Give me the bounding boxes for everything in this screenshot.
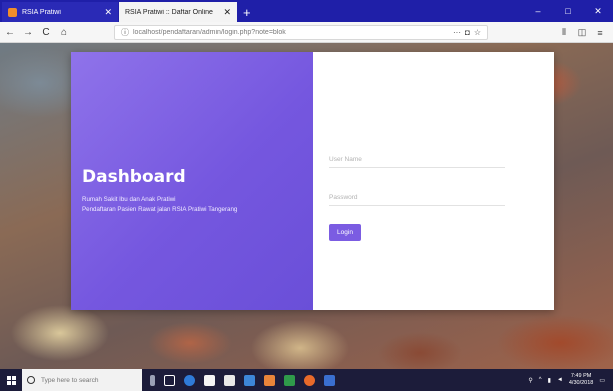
info-icon[interactable]: ⓘ — [121, 27, 129, 38]
menu-icon[interactable]: ≡ — [591, 28, 609, 38]
url-actions: ··· ◘ ☆ — [453, 26, 481, 39]
people-icon[interactable]: ⚲ — [528, 377, 532, 384]
maximize-button[interactable]: □ — [553, 0, 583, 22]
task-view-icon[interactable] — [164, 374, 175, 386]
pocket-icon[interactable]: ◘ — [465, 28, 470, 37]
sidebar-icon[interactable]: ◫ — [573, 27, 591, 38]
firefox-icon[interactable] — [304, 374, 315, 386]
browser-tab-bar: RSIA Pratiwi ✕ RSIA Pratiwi :: Daftar On… — [0, 0, 613, 22]
favicon-icon — [8, 7, 17, 17]
login-card: Dashboard Rumah Sakit Ibu dan Anak Prati… — [71, 52, 554, 310]
library-icon[interactable]: ⫴ — [555, 27, 573, 38]
back-button[interactable]: ← — [2, 24, 18, 40]
dreamweaver-icon[interactable] — [284, 374, 295, 386]
toolbar-right: ⫴ ◫ ≡ — [555, 22, 609, 43]
panel-description: Pendaftaran Pasien Rawat jalan RSIA Prat… — [82, 206, 238, 213]
store-icon[interactable] — [204, 374, 215, 386]
tab-title: RSIA Pratiwi :: Daftar Online — [125, 8, 213, 16]
show-hidden-icons[interactable]: ^ — [539, 377, 542, 383]
files-icon[interactable] — [244, 374, 255, 386]
new-tab-button[interactable]: + — [243, 2, 251, 22]
welcome-panel: Dashboard Rumah Sakit Ibu dan Anak Prati… — [71, 52, 313, 310]
edge-icon[interactable] — [184, 374, 195, 386]
home-button[interactable]: ⌂ — [56, 24, 72, 40]
url-input[interactable] — [133, 29, 487, 36]
notifications-icon[interactable]: ▭ — [599, 377, 605, 384]
mail-icon[interactable] — [224, 374, 235, 386]
close-tab-icon[interactable]: ✕ — [223, 7, 231, 18]
system-tray: ⚲ ^ ▮ ◄ 7:49 PM 4/30/2018 ▭ — [528, 369, 605, 391]
microphone-icon[interactable] — [150, 374, 155, 386]
close-window-button[interactable]: ✕ — [583, 0, 613, 22]
clock[interactable]: 7:49 PM 4/30/2018 — [569, 373, 593, 387]
page-actions-icon[interactable]: ··· — [453, 28, 461, 37]
login-button[interactable]: Login — [329, 224, 361, 241]
bookmark-star-icon[interactable]: ☆ — [474, 28, 481, 37]
tab-title: RSIA Pratiwi — [22, 8, 61, 16]
hospital-name: Rumah Sakit Ibu dan Anak Pratiwi — [82, 196, 176, 203]
login-form: Login — [313, 52, 554, 310]
navigation-bar: ← → C ⌂ ⓘ ··· ◘ ☆ ⫴ ◫ ≡ — [0, 22, 613, 43]
minimize-button[interactable]: – — [523, 0, 553, 22]
page-title: Dashboard — [82, 167, 186, 187]
start-button[interactable] — [0, 369, 22, 391]
address-bar[interactable]: ⓘ ··· ◘ ☆ — [114, 25, 488, 40]
taskbar-search[interactable] — [22, 369, 142, 391]
powerpoint-icon[interactable] — [264, 374, 275, 386]
forward-button[interactable]: → — [20, 24, 36, 40]
word-icon[interactable] — [324, 374, 335, 386]
page-background: Dashboard Rumah Sakit Ibu dan Anak Prati… — [0, 43, 613, 369]
clock-time: 7:49 PM — [570, 373, 592, 379]
windows-taskbar: ⚲ ^ ▮ ◄ 7:49 PM 4/30/2018 ▭ — [0, 369, 613, 391]
clock-date: 4/30/2018 — [568, 380, 594, 386]
tab-daftar-online[interactable]: RSIA Pratiwi :: Daftar Online ✕ — [119, 2, 237, 22]
windows-logo-icon — [6, 375, 16, 385]
close-tab-icon[interactable]: ✕ — [104, 7, 112, 18]
username-field[interactable] — [329, 152, 505, 168]
window-controls: – □ ✕ — [523, 0, 613, 22]
volume-icon[interactable]: ◄ — [557, 377, 563, 383]
reload-button[interactable]: C — [38, 24, 54, 40]
taskbar-apps — [150, 374, 335, 386]
cortana-icon — [27, 376, 35, 384]
network-icon[interactable]: ▮ — [548, 377, 551, 384]
search-input[interactable] — [41, 376, 141, 384]
password-field[interactable] — [329, 190, 505, 206]
tab-rsia-pratiwi[interactable]: RSIA Pratiwi ✕ — [2, 2, 118, 22]
